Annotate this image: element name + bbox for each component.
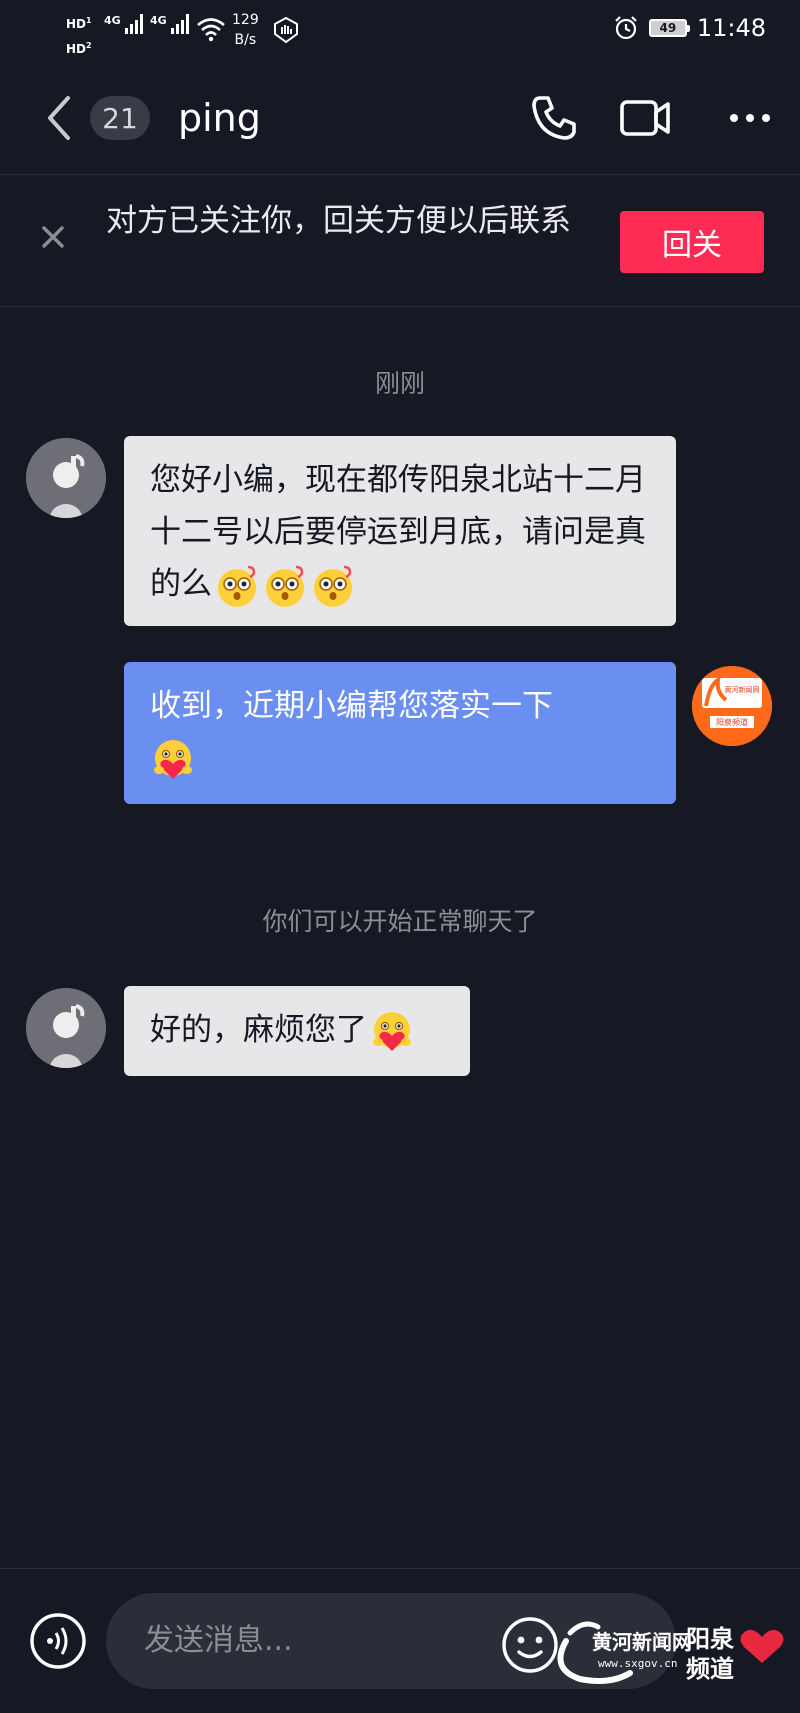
message-input-bar: 发送消息... 黄河新闻网 www.sxgov.cn 阳泉 频道 — [0, 1568, 800, 1713]
message-bubble-outgoing[interactable]: 收到，近期小编帮您落实一下 — [124, 662, 676, 804]
close-banner-button[interactable] — [36, 220, 70, 254]
signal-sim2-icon: 4G — [150, 14, 189, 34]
message-bubble-incoming[interactable]: 好的，麻烦您了 — [124, 986, 470, 1076]
svg-text:黄河新闻网: 黄河新闻网 — [725, 685, 760, 694]
message-text: 收到，近期小编帮您落实一下 — [150, 688, 553, 724]
hug-heart-emoji-icon — [154, 739, 192, 779]
video-call-button[interactable] — [618, 92, 674, 144]
default-avatar-icon — [26, 438, 106, 518]
follow-back-button[interactable]: 回关 — [620, 211, 764, 273]
dizzy-emoji-icon — [218, 565, 256, 607]
svg-text:阳泉频道: 阳泉频道 — [716, 717, 748, 727]
dizzy-emoji-icons — [212, 565, 356, 607]
channel-watermark-logo: 黄河新闻网 www.sxgov.cn 阳泉 频道 — [557, 1621, 784, 1684]
hug-heart-emoji-icon — [373, 1011, 411, 1051]
network-speed: 129 B/s — [232, 12, 259, 48]
contact-avatar[interactable] — [26, 988, 106, 1068]
hd-indicator: HD1 HD2 — [66, 16, 92, 56]
input-placeholder: 发送消息... — [144, 1623, 293, 1658]
phone-call-button[interactable] — [528, 92, 584, 144]
unread-count-badge[interactable]: 21 — [90, 96, 150, 140]
contact-avatar[interactable] — [26, 438, 106, 518]
message-timestamp: 刚刚 — [374, 369, 425, 398]
default-avatar-icon — [26, 988, 106, 1068]
more-options-button[interactable] — [724, 92, 780, 144]
clock: 11:48 — [696, 14, 766, 42]
my-avatar[interactable]: 黄河新闻网 阳泉频道 — [692, 666, 772, 746]
brand-logo-icon: 黄河新闻网 阳泉频道 — [692, 666, 772, 746]
message-text: 好的，麻烦您了 — [150, 1012, 367, 1048]
signal-sim1-icon: 4G — [104, 14, 143, 34]
battery-icon: 49 — [648, 19, 690, 37]
dizzy-emoji-icon — [314, 565, 352, 607]
svg-text:www.sxgov.cn: www.sxgov.cn — [598, 1657, 677, 1670]
svg-text:阳泉: 阳泉 — [686, 1625, 735, 1653]
svg-text:黄河新闻网: 黄河新闻网 — [592, 1630, 692, 1654]
back-button[interactable] — [40, 92, 80, 144]
wifi-icon — [197, 18, 225, 42]
dizzy-emoji-icon — [266, 565, 304, 607]
alarm-icon — [615, 16, 637, 40]
message-bubble-incoming[interactable]: 您好小编，现在都传阳泉北站十二月十二号以后要停运到月底，请问是真的么 — [124, 436, 676, 626]
follow-back-banner: 对方已关注你，回关方便以后联系 回关 — [0, 176, 800, 307]
follow-back-text: 对方已关注你，回关方便以后联系 — [106, 203, 571, 239]
voice-input-button[interactable] — [28, 1611, 88, 1671]
status-bar: HD1 HD2 4G 4G 129 B/s 49 11:48 — [0, 0, 800, 62]
system-notice: 你们可以开始正常聊天了 — [262, 907, 538, 936]
page-title: ping — [178, 96, 261, 140]
shield-hand-icon — [274, 16, 298, 44]
chat-header: 21 ping — [0, 62, 800, 175]
svg-text:频道: 频道 — [686, 1655, 734, 1683]
